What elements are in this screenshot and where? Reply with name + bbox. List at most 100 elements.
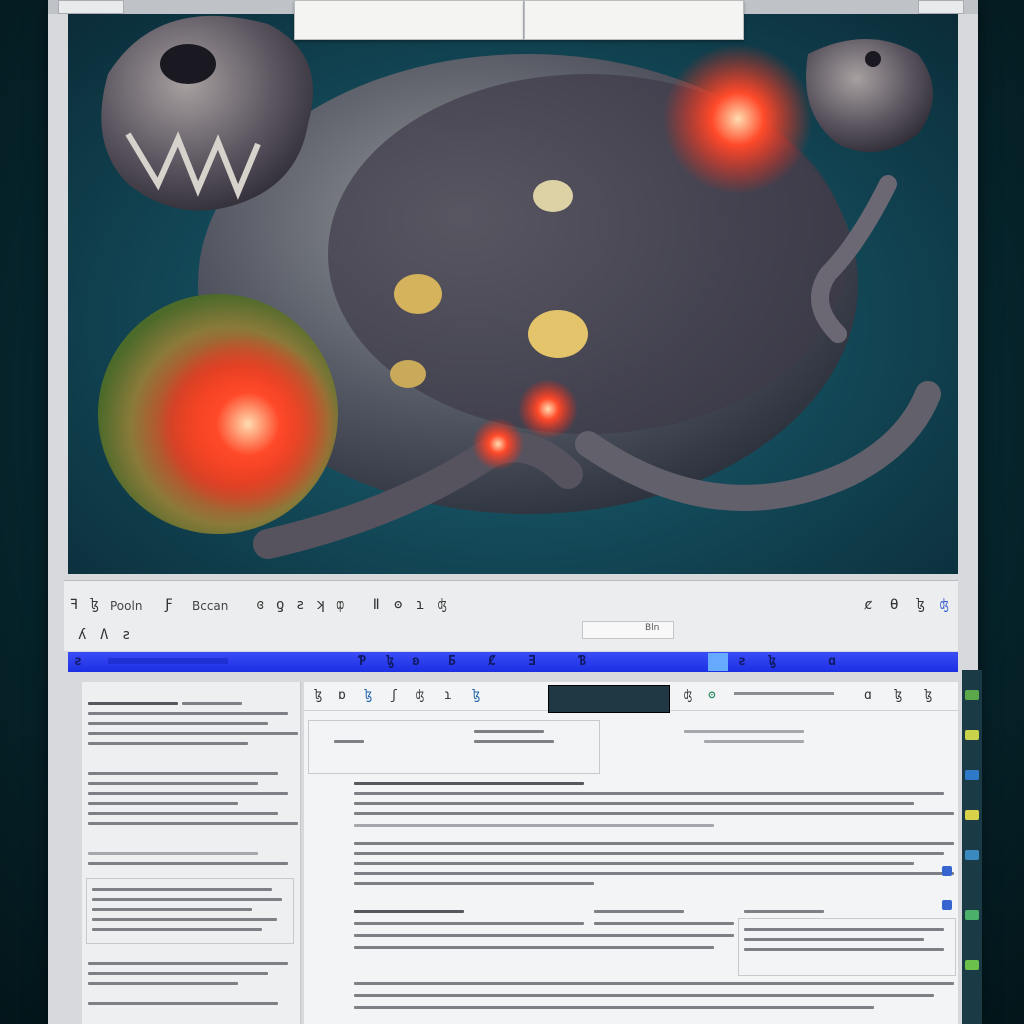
sub-button-3[interactable]: ɮ [364,688,372,703]
artwork-canvas[interactable] [68,14,958,574]
text-line [92,918,277,921]
ribbon-bar: ƨ Ƥ ɮ ʚ Ƃ Ȼ Ǝ Ɓ ƨ ɮ ɑ [68,652,958,672]
ribbon-item-11[interactable]: ɑ [828,654,836,669]
sidebar-tool-icon[interactable] [965,850,979,860]
ribbon-item-6[interactable]: Ȼ [488,654,496,669]
text-line [88,782,258,785]
text-line [354,994,934,997]
ribbon-item-7[interactable]: Ǝ [528,654,536,669]
tool-row2-3[interactable]: ƨ [122,627,130,643]
text-line [354,934,734,937]
ribbon-item-4[interactable]: ʚ [412,654,420,669]
sidebar-tool-icon[interactable] [965,690,979,700]
text-line [88,982,238,985]
left-document-panel [82,682,301,1024]
ribbon-item-1[interactable]: ƨ [74,654,82,669]
sub-button-10[interactable]: ɑ [864,688,872,703]
text-line [88,812,278,815]
tool-button-8[interactable]: ȹ [336,597,344,613]
sub-toolbar-line [734,692,834,695]
text-line [474,730,544,733]
tool-button-1[interactable]: ꟻ [70,597,78,613]
ribbon-item-3[interactable]: ɮ [386,654,394,669]
sub-button-5[interactable]: ʤ [416,688,424,703]
text-line [92,908,252,911]
sub-toolbar: ɮ ɒ ɮ ʃ ʤ ɿ ɮ ʤ ʘ ɑ ɮ ɮ [304,682,958,713]
tool-button-2[interactable]: ɮ [90,597,98,613]
tool-row2-1[interactable]: ʎ [78,627,86,643]
tool-button-12[interactable]: ʤ [438,597,446,613]
ribbon-item-5[interactable]: Ƃ [448,654,456,669]
text-line [474,740,554,743]
text-line [354,1006,874,1009]
tool-button-6[interactable]: ƨ [296,597,304,613]
tab-1[interactable] [58,0,124,14]
sidebar-tool-icon[interactable] [965,810,979,820]
sub-button-2[interactable]: ɒ [338,688,346,703]
sidebar-tool-icon[interactable] [965,910,979,920]
ribbon-item-8[interactable]: Ɓ [578,654,586,669]
sub-button-6[interactable]: ɿ [444,688,452,703]
preview-thumbnail[interactable] [548,685,670,713]
tool-row2-2[interactable]: Ʌ [100,627,108,643]
tool-button-3[interactable]: Ƒ [164,597,172,613]
text-line [744,928,944,931]
right-tool-2[interactable]: Ɵ [890,597,898,613]
text-line [88,962,288,965]
text-line [334,740,364,743]
app-window: ꟻ ɮ Pooln Ƒ Bccan ɞ ƍ ƨ ʞ ȹ ǁ ʘ ɿ ʤ ȼ Ɵ … [48,0,978,1024]
toolbar-field[interactable]: Bln [582,621,674,639]
tool-button-9[interactable]: ǁ [372,597,380,613]
tool-button-4[interactable]: ɞ [256,597,264,613]
text-line [354,946,714,949]
sub-button-12[interactable]: ɮ [924,688,932,703]
text-line [354,862,914,865]
ribbon-slider[interactable] [108,658,228,664]
artwork-illustration [98,15,941,559]
sub-button-1[interactable]: ɮ [314,688,322,703]
sub-button-11[interactable]: ɮ [894,688,902,703]
sidebar-tool-icon[interactable] [965,960,979,970]
text-line [88,862,288,865]
text-line [88,712,288,715]
text-line [88,802,238,805]
tab-2[interactable] [918,0,964,14]
text-line [182,702,242,705]
text-line [704,740,804,743]
tool-button-10[interactable]: ʘ [394,597,402,613]
toolbar-label-left: Pooln [110,599,143,613]
floating-card-right[interactable] [524,0,744,40]
text-line [88,972,268,975]
floating-card-left[interactable] [294,0,524,40]
sidebar-tool-icon[interactable] [965,770,979,780]
text-line [744,910,824,913]
ribbon-item-9[interactable]: ƨ [738,654,746,669]
right-document-panel: ɮ ɒ ɮ ʃ ʤ ɿ ɮ ʤ ʘ ɑ ɮ ɮ [304,682,958,1024]
ribbon-item-10[interactable]: ɮ [768,654,776,669]
content-box-2 [738,918,956,976]
sub-button-8[interactable]: ʤ [684,688,692,703]
sub-button-9[interactable]: ʘ [708,688,716,703]
text-line [354,872,954,875]
text-line [354,882,594,885]
text-line [92,898,282,901]
scroll-marker-icon[interactable] [942,866,952,876]
sub-button-4[interactable]: ʃ [390,688,398,703]
right-tool-3[interactable]: ɮ [916,597,924,613]
tool-button-7[interactable]: ʞ [316,597,324,613]
right-tool-4[interactable]: ʤ [940,597,948,613]
ribbon-item-2[interactable]: Ƥ [358,654,366,669]
text-line [88,742,248,745]
tool-button-5[interactable]: ƍ [276,597,284,613]
sub-button-7[interactable]: ɮ [472,688,480,703]
scroll-marker-icon[interactable] [942,900,952,910]
main-toolbar: ꟻ ɮ Pooln Ƒ Bccan ɞ ƍ ƨ ʞ ȹ ǁ ʘ ɿ ʤ ȼ Ɵ … [64,580,958,651]
text-line [88,852,258,855]
text-line [594,922,734,925]
right-tool-1[interactable]: ȼ [864,597,872,613]
text-line [354,922,584,925]
tool-button-11[interactable]: ɿ [416,597,424,613]
ribbon-chip[interactable] [708,653,728,671]
sidebar-tool-icon[interactable] [965,730,979,740]
text-line [744,938,924,941]
